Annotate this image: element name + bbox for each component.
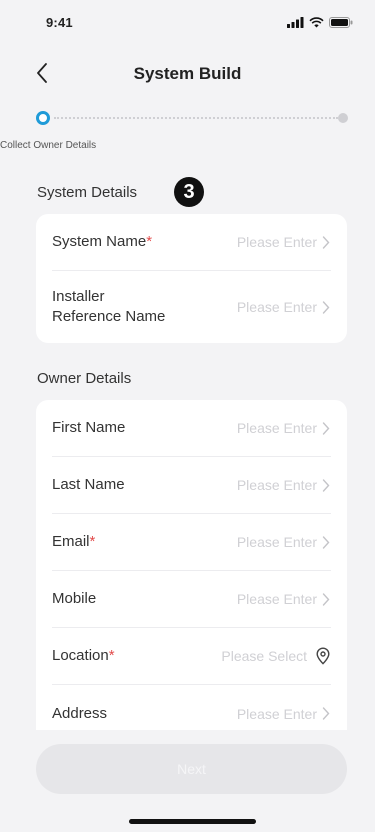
first-name-row[interactable]: First Name Please Enter (52, 400, 331, 457)
first-name-placeholder: Please Enter (236, 420, 317, 436)
step-next-dot (338, 113, 348, 123)
signal-icon (287, 16, 304, 28)
status-bar: 9:41 (0, 0, 375, 44)
email-placeholder: Please Enter (236, 534, 317, 550)
installer-reference-placeholder: Please Enter (236, 299, 317, 315)
step-label: Collect Owner Details (0, 140, 97, 151)
system-name-label: System Name* (52, 233, 153, 250)
system-details-card: System Name* Please Enter Installer Refer… (36, 214, 347, 343)
location-placeholder: Please Select (221, 648, 307, 664)
home-indicator (129, 819, 256, 824)
email-row[interactable]: Email* Please Enter (52, 514, 331, 571)
address-label: Address (52, 704, 108, 722)
mobile-label: Mobile (52, 590, 97, 607)
last-name-label: Last Name (52, 476, 125, 493)
wifi-icon (309, 16, 324, 27)
required-marker: * (108, 647, 115, 664)
system-name-row[interactable]: System Name* Please Enter (52, 214, 331, 271)
step-current-dot (36, 111, 50, 125)
progress-stepper (36, 110, 348, 126)
page-title: System Build (133, 64, 242, 83)
chevron-right-icon (321, 707, 331, 721)
chevron-right-icon (321, 235, 331, 249)
annotation-badge: 3 (174, 177, 204, 207)
required-marker: * (89, 533, 96, 550)
location-pin-icon[interactable] (315, 647, 331, 665)
installer-reference-label: Installer Reference Name (52, 288, 166, 325)
status-icons (287, 16, 353, 28)
location-label: Location* (52, 647, 115, 664)
step-connector (54, 117, 338, 119)
chevron-right-icon (321, 300, 331, 314)
address-placeholder: Please Enter (236, 705, 317, 722)
location-row[interactable]: Location* Please Select (52, 628, 331, 685)
mobile-row[interactable]: Mobile Please Enter (52, 571, 331, 628)
system-name-placeholder: Please Enter (236, 234, 317, 250)
last-name-placeholder: Please Enter (236, 477, 317, 493)
address-row[interactable]: Address Please Enter (52, 685, 331, 730)
chevron-right-icon (321, 535, 331, 549)
system-details-title: System Details (37, 184, 138, 201)
chevron-right-icon (321, 478, 331, 492)
next-button[interactable]: Next (36, 744, 347, 794)
email-label: Email* (52, 533, 96, 550)
chevron-right-icon (321, 592, 331, 606)
battery-icon (329, 16, 353, 28)
chevron-right-icon (321, 421, 331, 435)
status-time: 9:41 (46, 14, 73, 30)
required-marker: * (146, 233, 153, 250)
mobile-placeholder: Please Enter (236, 591, 317, 607)
installer-reference-row[interactable]: Installer Reference Name Please Enter (52, 271, 331, 343)
nav-bar: System Build (0, 56, 375, 92)
last-name-row[interactable]: Last Name Please Enter (52, 457, 331, 514)
owner-details-card: First Name Please Enter Last Name Please… (36, 400, 347, 730)
first-name-label: First Name (52, 419, 126, 436)
owner-details-title: Owner Details (37, 370, 132, 387)
